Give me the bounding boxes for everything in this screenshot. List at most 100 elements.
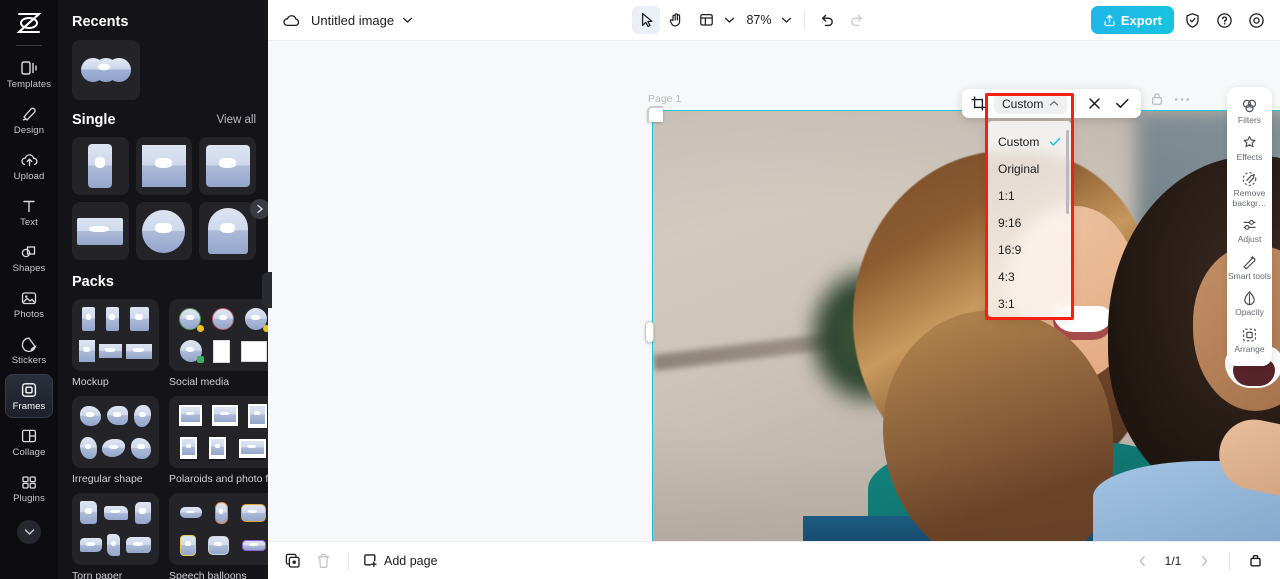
undo-button[interactable] bbox=[813, 6, 841, 34]
ratio-option-3-1[interactable]: 3:1 bbox=[988, 290, 1071, 317]
pack-irregular-shape[interactable]: Irregular shape bbox=[72, 396, 159, 485]
app-logo-icon[interactable] bbox=[12, 8, 46, 38]
delete-page-icon[interactable] bbox=[312, 550, 334, 572]
sidebar-item-stickers[interactable]: Stickers bbox=[5, 328, 53, 372]
panel-collapse-handle[interactable] bbox=[262, 272, 272, 308]
image-tools-panel: Filters Effects Remove backgr… bbox=[1227, 87, 1272, 366]
redo-button[interactable] bbox=[843, 6, 871, 34]
pack-thumbnail bbox=[169, 299, 268, 371]
zoom-level[interactable]: 87% bbox=[742, 13, 775, 27]
left-rail: Templates Design Upload Text Shapes bbox=[0, 0, 58, 579]
pages-grid-icon[interactable] bbox=[1244, 550, 1266, 572]
ratio-option-1-1[interactable]: 1:1 bbox=[988, 182, 1071, 209]
settings-icon[interactable] bbox=[1242, 6, 1270, 34]
add-page-button[interactable]: Add page bbox=[363, 553, 438, 568]
sidebar-item-templates[interactable]: Templates bbox=[5, 52, 53, 96]
frame-option-circle[interactable] bbox=[136, 202, 193, 260]
tool-adjust[interactable]: Adjust bbox=[1228, 213, 1271, 248]
tool-remove-background[interactable]: Remove backgr… bbox=[1228, 167, 1271, 211]
export-button[interactable]: Export bbox=[1091, 6, 1174, 34]
sidebar-item-text[interactable]: Text bbox=[5, 190, 53, 234]
pack-label: Mockup bbox=[72, 376, 159, 388]
view-all-link[interactable]: View all bbox=[217, 114, 256, 126]
layout-chevron-down-icon[interactable] bbox=[724, 16, 735, 24]
pack-speech-balloons[interactable]: Speech balloons bbox=[169, 493, 268, 579]
ratio-option-9-16[interactable]: 9:16 bbox=[988, 209, 1071, 236]
pack-mockup[interactable]: Mockup bbox=[72, 299, 159, 388]
frame-option-square[interactable] bbox=[136, 137, 193, 195]
sidebar-label: Frames bbox=[13, 402, 46, 412]
sidebar-item-photos[interactable]: Photos bbox=[5, 282, 53, 326]
tool-opacity[interactable]: Opacity bbox=[1228, 286, 1271, 321]
toolbar-divider bbox=[804, 11, 805, 29]
main-area: Untitled image 87% bbox=[268, 0, 1280, 579]
crop-handle-left[interactable] bbox=[645, 321, 654, 343]
frame-option-rounded-square[interactable] bbox=[199, 137, 256, 195]
shield-check-icon[interactable] bbox=[1178, 6, 1206, 34]
cancel-crop-button[interactable] bbox=[1084, 94, 1104, 114]
chevron-down-icon[interactable] bbox=[402, 16, 413, 24]
canvas-corner-actions bbox=[1150, 92, 1190, 106]
filters-icon bbox=[1241, 98, 1258, 114]
sidebar-item-upload[interactable]: Upload bbox=[5, 144, 53, 188]
more-options-icon[interactable] bbox=[1174, 97, 1190, 102]
dropdown-scrollbar[interactable] bbox=[1066, 130, 1069, 214]
confirm-crop-button[interactable] bbox=[1112, 94, 1132, 114]
ratio-option-4-3[interactable]: 4:3 bbox=[988, 263, 1071, 290]
effects-icon bbox=[1241, 135, 1258, 151]
cloud-sync-icon bbox=[282, 13, 301, 28]
bottom-divider bbox=[348, 552, 349, 570]
tool-smart-tools[interactable]: Smart tools bbox=[1228, 250, 1271, 285]
tool-arrange[interactable]: Arrange bbox=[1228, 323, 1271, 358]
help-icon[interactable] bbox=[1210, 6, 1238, 34]
tool-label: Remove backgr… bbox=[1228, 189, 1271, 208]
pack-social-media[interactable]: Social media bbox=[169, 299, 268, 388]
pack-polaroids[interactable]: Polaroids and photo f... bbox=[169, 396, 268, 485]
sidebar-item-collage[interactable]: Collage bbox=[5, 420, 53, 464]
document-title[interactable]: Untitled image bbox=[311, 13, 394, 28]
next-page-button[interactable] bbox=[1193, 550, 1215, 572]
top-toolbar: Untitled image 87% bbox=[268, 0, 1280, 41]
ratio-option-16-9[interactable]: 16:9 bbox=[988, 236, 1071, 263]
image-artboard[interactable] bbox=[653, 111, 1280, 541]
add-page-label: Add page bbox=[384, 554, 438, 568]
expand-tools-button[interactable] bbox=[17, 520, 41, 544]
ratio-option-custom[interactable]: Custom bbox=[988, 128, 1071, 155]
aspect-ratio-chip[interactable]: Custom bbox=[994, 93, 1067, 114]
hand-tool-button[interactable] bbox=[662, 6, 690, 34]
zoom-chevron-down-icon[interactable] bbox=[781, 16, 792, 24]
select-tool-button[interactable] bbox=[632, 6, 660, 34]
recent-frame-thumb[interactable] bbox=[72, 40, 140, 100]
duplicate-page-icon[interactable] bbox=[282, 550, 304, 572]
tool-effects[interactable]: Effects bbox=[1228, 131, 1271, 166]
aspect-ratio-dropdown[interactable]: Custom Original 1:1 9:16 16:9 bbox=[988, 121, 1071, 317]
editor-root: Templates Design Upload Text Shapes bbox=[0, 0, 1280, 579]
layout-tool-button[interactable] bbox=[692, 6, 720, 34]
frame-option-landscape[interactable] bbox=[72, 202, 129, 260]
pack-thumbnail bbox=[72, 299, 159, 371]
frames-panel: Recents Single View all bbox=[58, 0, 268, 579]
frame-option-phone-portrait[interactable] bbox=[72, 137, 129, 195]
shapes-icon bbox=[20, 243, 38, 261]
lock-icon[interactable] bbox=[1150, 92, 1164, 106]
single-heading: Single bbox=[72, 112, 116, 128]
tool-filters[interactable]: Filters bbox=[1228, 94, 1271, 129]
crop-handle-top-left[interactable] bbox=[647, 106, 663, 122]
ratio-option-original[interactable]: Original bbox=[988, 155, 1071, 182]
frames-next-button[interactable] bbox=[250, 199, 268, 219]
pack-label: Irregular shape bbox=[72, 473, 159, 485]
sidebar-item-plugins[interactable]: Plugins bbox=[5, 466, 53, 510]
sidebar-item-design[interactable]: Design bbox=[5, 98, 53, 142]
sidebar-item-shapes[interactable]: Shapes bbox=[5, 236, 53, 280]
frame-option-arch[interactable] bbox=[199, 202, 256, 260]
pack-torn-paper[interactable]: Torn paper bbox=[72, 493, 159, 579]
sidebar-item-frames[interactable]: Frames bbox=[5, 374, 53, 418]
prev-page-button[interactable] bbox=[1131, 550, 1153, 572]
tool-label: Adjust bbox=[1238, 235, 1262, 245]
frames-icon bbox=[20, 381, 38, 399]
crop-icon[interactable] bbox=[971, 96, 986, 111]
photos-icon bbox=[20, 289, 38, 307]
single-frames-grid bbox=[72, 137, 256, 260]
canvas-area[interactable]: Page 1 bbox=[268, 41, 1280, 541]
pack-label: Polaroids and photo f... bbox=[169, 473, 268, 485]
